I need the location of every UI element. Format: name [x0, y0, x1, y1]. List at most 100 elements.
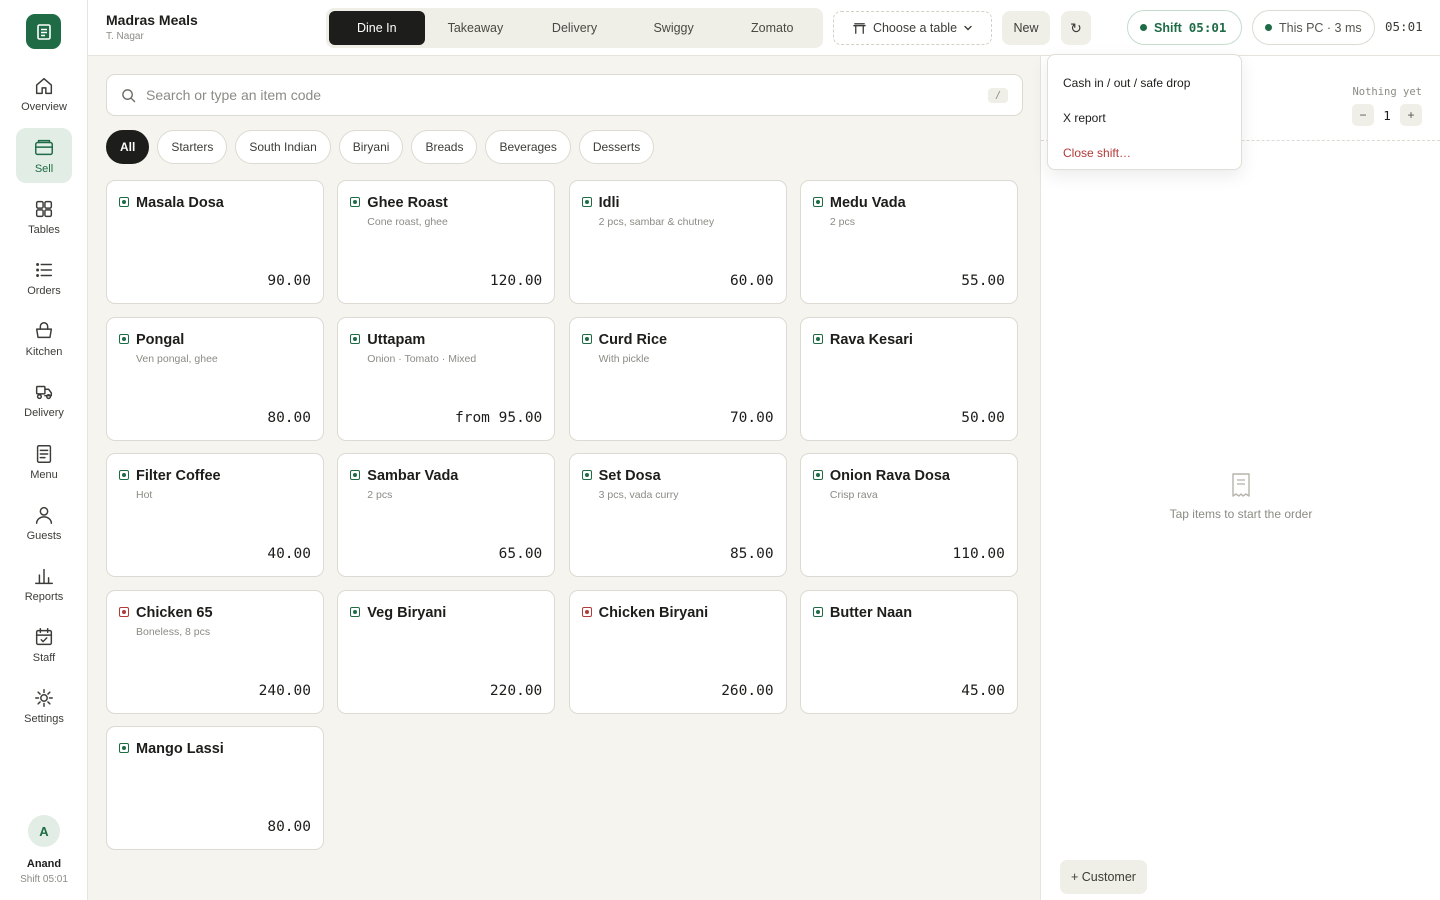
category-beverages[interactable]: Beverages [485, 130, 571, 164]
current-user[interactable]: A Anand Shift 05:01 [0, 815, 88, 885]
sidebar-item-settings[interactable]: Settings [16, 678, 72, 733]
app-logo[interactable] [26, 14, 61, 49]
category-biryani[interactable]: Biryani [338, 130, 404, 164]
item-price: 80.00 [267, 409, 311, 426]
tab-dine-in[interactable]: Dine In [329, 11, 425, 45]
sidebar-item-label: Staff [32, 651, 56, 664]
tab-swiggy[interactable]: Swiggy [623, 11, 725, 45]
sidebar-item-overview[interactable]: Overview [16, 66, 72, 121]
item-name: Onion Rava Dosa [829, 468, 950, 484]
item-description: 3 pcs, vada curry [598, 489, 679, 501]
tab-zomato[interactable]: Zomato [724, 11, 820, 45]
sidebar-item-sell[interactable]: Sell [16, 128, 72, 183]
sidebar-item-label: Orders [27, 284, 61, 297]
sidebar-item-delivery[interactable]: Delivery [16, 372, 72, 427]
shift-status-button[interactable]: Shift 05:01 [1127, 10, 1242, 45]
choose-table-button[interactable]: Choose a table [833, 11, 992, 45]
menu-item-card[interactable]: Pongal Ven pongal, ghee 80.00 [106, 316, 324, 441]
sidebar-item-label: Settings [24, 712, 64, 725]
menu-item-card[interactable]: Mango Lassi 80.00 [106, 726, 324, 850]
veg-indicator-icon [812, 606, 823, 617]
basket-icon [35, 321, 53, 338]
connection-status[interactable]: This PC · 3 ms [1252, 10, 1375, 45]
item-price: 260.00 [721, 682, 774, 699]
item-price: 220.00 [489, 682, 543, 699]
order-mode-tabs: Dine In Takeaway Delivery Swiggy Zomato [326, 8, 823, 48]
increment-button[interactable]: + [1400, 104, 1422, 126]
item-description: Onion · Tomato · Mixed [367, 352, 477, 365]
refresh-button[interactable]: ↻ [1061, 11, 1091, 45]
sidebar-item-label: Kitchen [25, 345, 63, 358]
sidebar-item-label: Sell [34, 162, 54, 175]
menu-item-card[interactable]: Rava Kesari 50.00 [799, 316, 1018, 441]
menu-item-card[interactable]: Chicken 65 Boneless, 8 pcs 240.00 [106, 589, 324, 714]
avatar: A [28, 815, 60, 847]
item-name: Set Dosa [598, 468, 661, 484]
store-info: Madras Meals T. Nagar [106, 12, 198, 42]
item-price: 50.00 [961, 409, 1005, 426]
connection-dot [1265, 24, 1272, 31]
item-search-field[interactable]: Search or type an item code / [106, 74, 1023, 116]
veg-indicator-icon [350, 470, 361, 480]
item-name: Curd Rice [598, 331, 668, 348]
veg-indicator-icon [581, 197, 592, 207]
menu-item-card[interactable]: Curd Rice With pickle 70.00 [568, 316, 787, 441]
menu-item-card[interactable]: Chicken Biryani 260.00 [568, 589, 787, 714]
item-description: 2 pcs [829, 216, 855, 228]
non-veg-indicator-icon [119, 606, 129, 617]
menu-item-cash-drop[interactable]: Cash in / out / safe drop [1048, 65, 1241, 100]
menu-item-card[interactable]: Veg Biryani 220.00 [337, 589, 556, 714]
top-bar: Madras Meals T. Nagar Dine In Takeaway D… [88, 0, 1440, 56]
category-breads[interactable]: Breads [411, 130, 478, 164]
sun-gear-icon [35, 688, 53, 707]
item-name: Butter Naan [829, 604, 913, 621]
tab-takeaway[interactable]: Takeaway [425, 11, 527, 45]
category-desserts[interactable]: Desserts [578, 130, 655, 164]
item-price: 85.00 [729, 546, 774, 562]
item-price: 45.00 [961, 682, 1005, 699]
decrement-button[interactable]: − [1352, 104, 1374, 126]
category-south-indian[interactable]: South Indian [235, 130, 331, 164]
menu-item-card[interactable]: Onion Rava Dosa Crisp rava 110.00 [799, 453, 1018, 577]
item-name: Mango Lassi [136, 741, 224, 757]
refresh-icon: ↻ [1070, 19, 1082, 36]
item-price: 55.00 [961, 273, 1005, 289]
category-all[interactable]: All [106, 130, 150, 164]
category-starters[interactable]: Starters [157, 130, 228, 164]
new-order-button[interactable]: New [1002, 11, 1050, 45]
empty-order-message: Tap items to start the order [1169, 507, 1313, 521]
menu-item-card[interactable]: Uttapam Onion · Tomato · Mixed from 95.00 [337, 316, 556, 441]
item-name: Uttapam [367, 331, 426, 348]
sidebar-item-staff[interactable]: Staff [16, 617, 72, 672]
register-icon [35, 139, 53, 155]
item-price: 120.00 [489, 273, 543, 289]
sidebar-item-kitchen[interactable]: Kitchen [16, 311, 72, 366]
search-shortcut-hint: / [987, 87, 1008, 103]
sidebar-item-menu[interactable]: Menu [16, 434, 72, 489]
veg-indicator-icon [119, 743, 129, 753]
add-customer-button[interactable]: + Customer [1060, 860, 1147, 894]
calendar-icon [35, 627, 53, 645]
menu-item-card[interactable]: Filter Coffee Hot 40.00 [106, 453, 324, 577]
menu-item-close-shift[interactable]: Close shift… [1048, 135, 1241, 170]
menu-item-card[interactable]: Medu Vada 2 pcs 55.00 [799, 180, 1018, 304]
shift-time: 05:01 [1188, 20, 1227, 35]
sidebar-item-tables[interactable]: Tables [16, 189, 72, 244]
veg-indicator-icon [350, 197, 361, 207]
sidebar-item-reports[interactable]: Reports [16, 556, 72, 611]
sidebar-item-label: Tables [28, 223, 60, 236]
menu-item-card[interactable]: Idli 2 pcs, sambar & chutney 60.00 [568, 180, 787, 304]
sidebar-item-guests[interactable]: Guests [16, 495, 72, 550]
menu-item-x-report[interactable]: X report [1048, 100, 1241, 135]
menu-item-card[interactable]: Ghee Roast Cone roast, ghee 120.00 [337, 180, 556, 304]
guest-count-stepper: − 1 + [1352, 104, 1422, 126]
item-name: Masala Dosa [136, 195, 224, 211]
menu-item-card[interactable]: Butter Naan 45.00 [799, 589, 1018, 714]
grid-icon [35, 200, 53, 217]
sidebar-item-orders[interactable]: Orders [16, 250, 72, 305]
shift-label: Shift [1154, 20, 1182, 35]
menu-item-card[interactable]: Set Dosa 3 pcs, vada curry 85.00 [568, 453, 787, 577]
menu-item-card[interactable]: Sambar Vada 2 pcs 65.00 [337, 453, 556, 577]
tab-delivery[interactable]: Delivery [526, 11, 623, 45]
menu-item-card[interactable]: Masala Dosa 90.00 [106, 180, 324, 304]
